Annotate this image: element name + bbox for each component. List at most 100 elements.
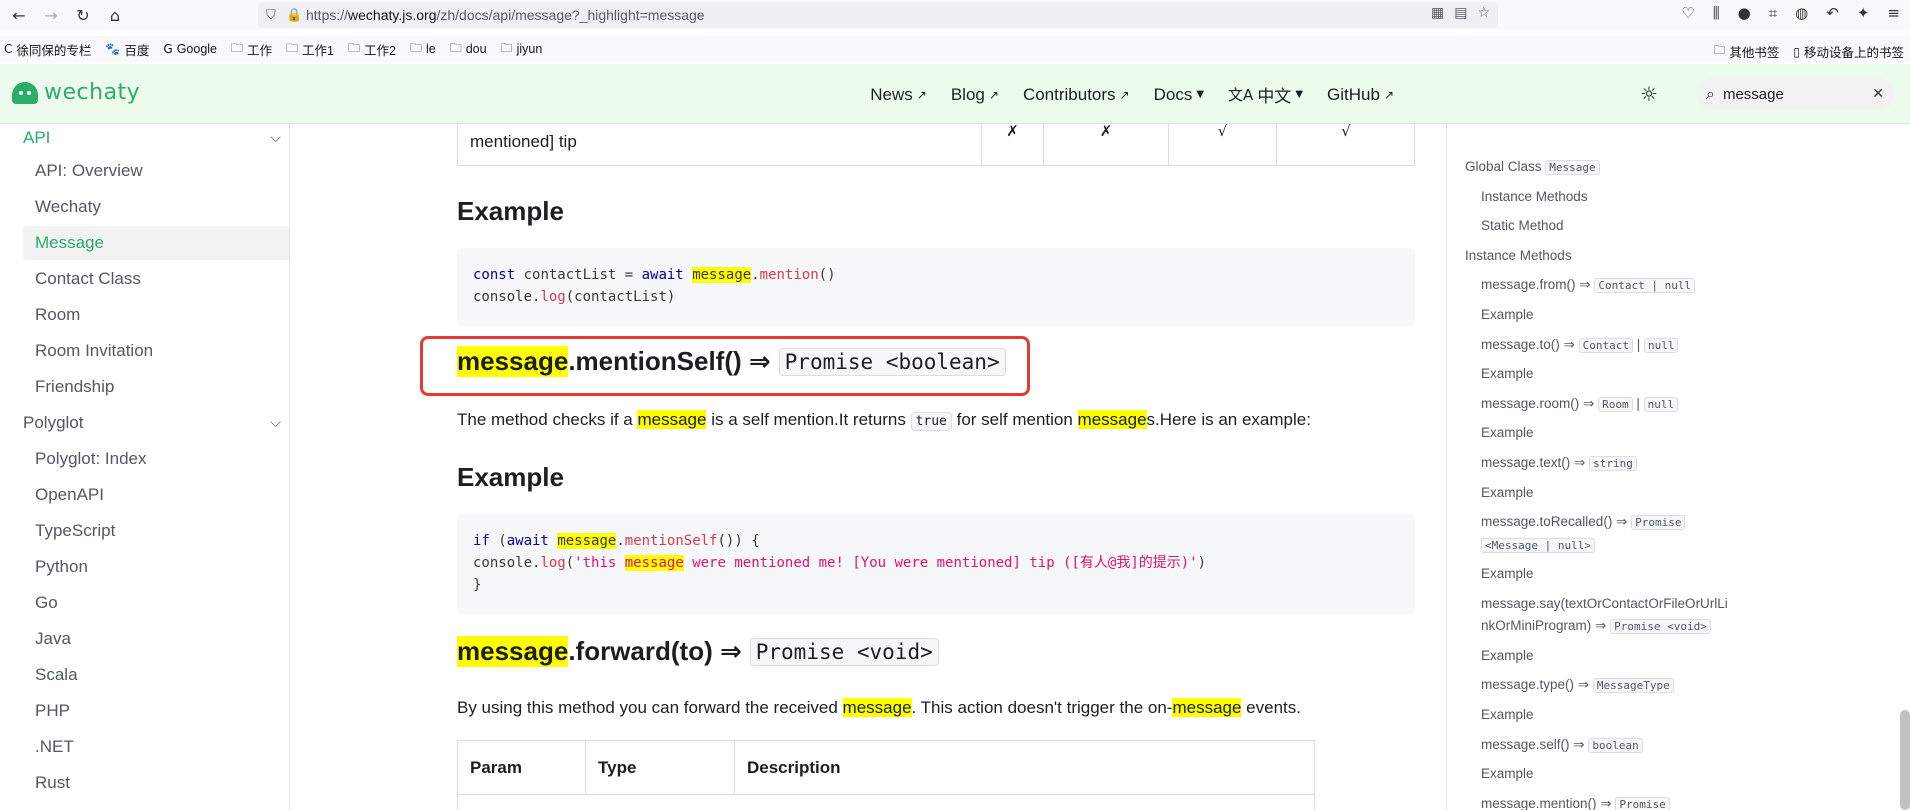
toc-link[interactable]: Example (1481, 304, 1731, 326)
heading-text: .mentionSelf() ⇒ (568, 346, 771, 376)
sidebar-item[interactable]: Contact Class (23, 262, 289, 296)
menu-icon[interactable]: ≡ (1887, 4, 1900, 22)
back-icon[interactable]: ← (6, 2, 32, 28)
bookmark-label: 工作1 (302, 43, 334, 58)
sidebar-item[interactable]: PHP (23, 694, 289, 728)
code-token: contactList = (515, 267, 642, 283)
sidebar-item[interactable]: Room Invitation (23, 334, 289, 368)
sidebar-item[interactable]: .NET (23, 730, 289, 764)
code-block-mention[interactable]: const contactList = await message.mentio… (457, 248, 1415, 326)
bookmark-star-icon[interactable]: ☆ (1477, 5, 1490, 21)
toc-link[interactable]: Example (1481, 563, 1731, 585)
sidebar-item[interactable]: Go (23, 586, 289, 620)
forward-icon[interactable]: → (38, 2, 64, 28)
toc-link[interactable]: message.from() ⇒ Contact | null (1481, 274, 1731, 297)
bookmark-item[interactable]: 🗀 jiyun (501, 39, 543, 60)
bookmark-folder[interactable]: ▯ 移动设备上的书签 (1793, 41, 1904, 62)
bookmark-item[interactable]: 🐾 百度 (105, 40, 149, 59)
toc-link[interactable]: Instance Methods (1465, 245, 1572, 267)
sidebar-item[interactable]: Python (23, 550, 289, 584)
bookmark-item[interactable]: 🗀 dou (450, 39, 487, 60)
bookmark-item[interactable]: C 徐同保的专栏 (4, 40, 91, 59)
shield-icon[interactable]: ⛉ (266, 8, 286, 23)
sidebar-item[interactable]: Message (23, 226, 289, 260)
nav-docs-dropdown[interactable]: Docs ▼ (1154, 85, 1204, 105)
sidebar-item[interactable]: Polyglot: Index (23, 442, 289, 476)
toc-link[interactable]: message.to() ⇒ Contact | null (1481, 334, 1731, 357)
bookmark-item[interactable]: 🗀 le (410, 39, 436, 60)
code-token: await (641, 267, 684, 283)
nav-github[interactable]: GitHub ↗ (1327, 85, 1394, 105)
toc-link[interactable]: message.toRecalled() ⇒ Promise <Message |… (1481, 511, 1731, 557)
extension-1-icon[interactable]: ● (1738, 4, 1751, 22)
toc-link[interactable]: Example (1481, 645, 1731, 667)
reload-icon[interactable]: ↻ (70, 2, 96, 28)
toc-link[interactable]: message.room() ⇒ Room | null (1481, 393, 1731, 416)
site-logo[interactable]: wechaty (12, 80, 140, 105)
site-navbar: wechaty News ↗ Blog ↗ Contributors ↗ Docs ▼ … (0, 64, 1910, 124)
sidebar-item[interactable]: Scala (23, 658, 289, 692)
search-input[interactable] (1722, 85, 1853, 103)
sidebar-item[interactable]: Rust (23, 766, 289, 800)
toc-link[interactable]: message.say(textOrContactOrFileOrUrlLi nk… (1481, 593, 1731, 638)
bookmark-label: dou (465, 42, 487, 56)
chevron-down-icon[interactable]: ⌵ (270, 415, 281, 431)
table-cell-mark: ✗ (981, 124, 1043, 166)
toc-text: message.room() ⇒ (1481, 395, 1599, 411)
sidebar-item[interactable]: Wechaty (23, 190, 289, 224)
sidebar-item[interactable]: API: Overview (23, 154, 289, 188)
code-token-highlight: message (692, 267, 752, 283)
toc-link[interactable]: Static Method (1481, 215, 1731, 237)
library-icon[interactable]: ⫼ (1713, 4, 1720, 22)
nav-contributors[interactable]: Contributors ↗ (1023, 85, 1130, 105)
extensions-icon[interactable]: ✦ (1857, 4, 1870, 22)
nav-news[interactable]: News ↗ (870, 85, 927, 105)
undo-icon[interactable]: ↶ (1826, 4, 1839, 22)
sidebar-item[interactable]: Room (23, 298, 289, 332)
clear-search-icon[interactable]: ✕ (1872, 86, 1884, 102)
nav-blog[interactable]: Blog ↗ (951, 85, 999, 105)
bookmark-folder[interactable]: 🗀 其他书签 (1713, 41, 1779, 62)
toc-link[interactable]: message.type() ⇒ MessageType (1481, 674, 1731, 697)
search-box[interactable]: ⌕ ✕ (1696, 78, 1894, 110)
qr-code-icon[interactable]: ▦ (1431, 5, 1444, 21)
bookmark-icon: 🗀 (500, 40, 513, 55)
sidebar-item[interactable]: Friendship (23, 370, 289, 404)
sidebar-item[interactable]: OpenAPI (23, 478, 289, 512)
chat-icon[interactable]: ◍ (1795, 4, 1808, 22)
table-cell-mark: √ (1276, 124, 1415, 166)
pocket-icon[interactable]: ♡ (1681, 4, 1694, 22)
theme-toggle-sun-icon[interactable]: ☼ (1640, 82, 1658, 106)
toc-link[interactable]: Example (1481, 704, 1731, 726)
code-block-mentionself[interactable]: if (await message.mentionSelf()) { conso… (457, 514, 1415, 614)
bookmark-item[interactable]: 🗀 工作1 (286, 39, 334, 60)
sidebar-category-polyglot[interactable]: Polyglot ⌵ (23, 407, 281, 439)
bookmark-icon: G (163, 42, 173, 56)
sidebar-item[interactable]: TypeScript (23, 514, 289, 548)
toc-link[interactable]: Example (1481, 763, 1731, 785)
bookmark-item[interactable]: 🗀 工作 (231, 39, 272, 60)
sidebar-item[interactable]: Java (23, 622, 289, 656)
page-scrollbar[interactable] (1900, 710, 1910, 810)
example-heading: Example (457, 462, 564, 492)
toc-link[interactable]: message.text() ⇒ string (1481, 452, 1731, 475)
lock-icon[interactable]: 🔒 (286, 8, 306, 23)
home-icon[interactable]: ⌂ (102, 2, 128, 28)
nav-language-dropdown[interactable]: 文A 中文 ▼ (1228, 82, 1303, 107)
toc-link[interactable]: Example (1481, 363, 1731, 385)
toc-link[interactable]: Example (1481, 482, 1731, 504)
bookmark-item[interactable]: G Google (163, 42, 217, 56)
toc-link[interactable]: Example (1481, 422, 1731, 444)
reader-view-icon[interactable]: ▤ (1454, 5, 1467, 21)
crop-icon[interactable]: ⌗ (1769, 4, 1777, 22)
url-bar[interactable]: ⛉ 🔒 https://wechaty.js.org/zh/docs/api/m… (258, 2, 1498, 28)
sidebar-category-api[interactable]: API ⌵ (23, 124, 281, 154)
toc-link[interactable]: Global Class Message (1465, 156, 1600, 179)
bookmark-item[interactable]: 🗀 工作2 (348, 39, 396, 60)
toc-link[interactable]: message.mention() ⇒ Promise (1481, 793, 1731, 810)
chevron-down-icon[interactable]: ⌵ (270, 130, 281, 146)
toc-link[interactable]: message.self() ⇒ boolean (1481, 734, 1731, 757)
toc-code: null (1643, 396, 1679, 412)
toc-link[interactable]: Instance Methods (1481, 186, 1731, 208)
